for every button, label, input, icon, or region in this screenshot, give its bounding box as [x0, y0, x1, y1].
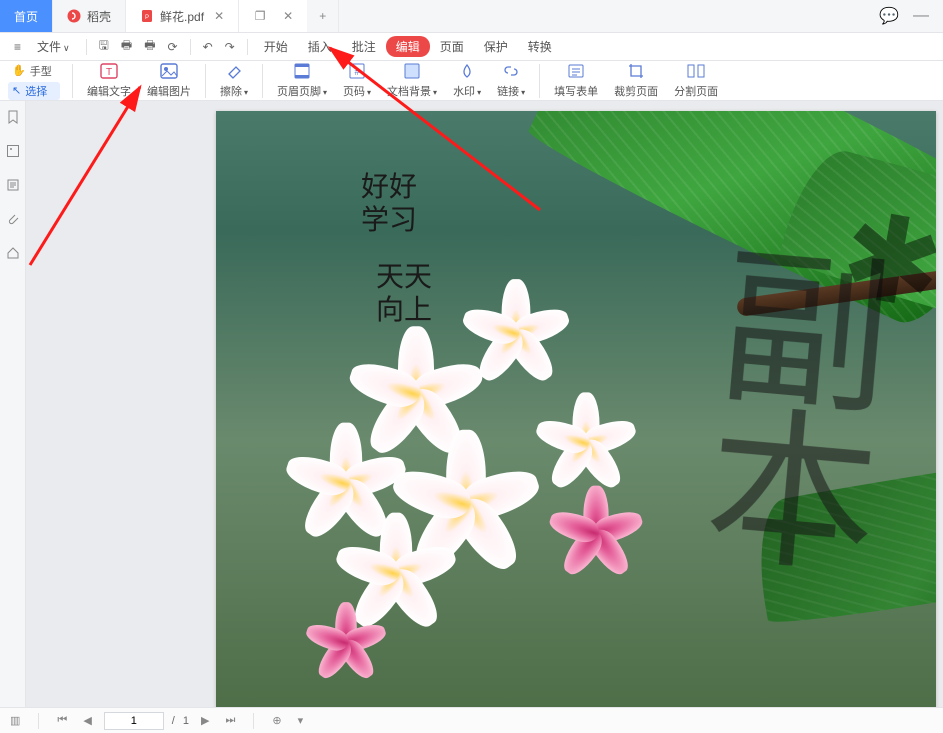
menu-bar: ≡ 文件∨ 🖫 🖶 🖶 ⟳ ↶ ↷ 开始 插入 批注 编辑 页面 保护 转换 — [0, 33, 943, 61]
attachment-icon[interactable] — [5, 211, 21, 227]
menu-convert[interactable]: 转换 — [518, 38, 562, 55]
erase-button[interactable]: 擦除▾ — [212, 62, 256, 99]
menu-hamburger-icon[interactable]: ≡ — [8, 40, 27, 54]
edit-image-icon — [159, 62, 179, 80]
prev-page-button[interactable]: ◀ — [79, 714, 95, 727]
menu-insert[interactable]: 插入 — [298, 38, 342, 55]
first-page-button[interactable]: ⏮ — [53, 714, 71, 727]
bookmark-icon[interactable] — [5, 109, 21, 125]
header-footer-button[interactable]: 页眉页脚▾ — [269, 62, 335, 99]
tab-daoke[interactable]: 稻壳 — [53, 0, 126, 32]
split-page-button[interactable]: 分割页面 — [666, 62, 726, 99]
tab-close-icon[interactable]: ✕ — [214, 9, 224, 23]
page-number-icon: # — [347, 62, 367, 80]
overlay-text-1[interactable]: 好好 学习 — [361, 171, 417, 237]
page-separator: / — [172, 715, 175, 727]
undo-icon[interactable]: ↶ — [197, 40, 219, 54]
next-page-button[interactable]: ▶ — [197, 714, 213, 727]
svg-text:P: P — [145, 15, 149, 21]
watermark-button[interactable]: 水印▾ — [445, 62, 489, 99]
tab-close-icon[interactable]: ✕ — [283, 9, 293, 23]
ribbon: ✋ 手型 ↖ 选择 T 编辑文字 编辑图片 擦除▾ 页眉页脚▾ # 页码▾ 文档… — [0, 61, 943, 101]
split-icon — [686, 62, 706, 80]
tab-add[interactable]: + — [307, 0, 339, 32]
rotate-icon[interactable]: ⟳ — [162, 40, 184, 54]
watermark-icon — [457, 62, 477, 80]
print-quick-icon[interactable]: 🖶 — [138, 36, 161, 57]
hand-icon: ✋ — [12, 64, 26, 77]
tab-file-label: 鲜花.pdf — [160, 8, 204, 25]
overlay-text-2[interactable]: 天天 向上 — [376, 261, 432, 327]
view-mode-icon[interactable]: ▾ — [294, 714, 308, 727]
copy-icon: ❐ — [253, 9, 267, 23]
page-number-button[interactable]: # 页码▾ — [335, 62, 379, 99]
fill-form-button[interactable]: 填写表单 — [546, 62, 606, 99]
select-tool[interactable]: ↖ 选择 — [8, 82, 60, 100]
header-footer-icon — [292, 62, 312, 80]
tab-bar: 首页 稻壳 P 鲜花.pdf ✕ ❐ ✕ + 💬 — — [0, 0, 943, 33]
thumbnail-icon[interactable] — [5, 143, 21, 159]
cursor-icon: ↖ — [12, 84, 21, 97]
last-page-button[interactable]: ⏭ — [221, 714, 239, 727]
edit-text-icon: T — [99, 62, 119, 80]
redo-icon[interactable]: ↷ — [219, 40, 241, 54]
edit-text-button[interactable]: T 编辑文字 — [79, 62, 139, 99]
tab-home-label: 首页 — [14, 8, 38, 25]
tab-file[interactable]: P 鲜花.pdf ✕ — [126, 0, 239, 32]
document-canvas[interactable]: 好好 学习 天天 向上 副本 ✱ — [26, 101, 943, 707]
save-icon[interactable]: 🖫 — [93, 36, 115, 57]
chat-icon[interactable]: 💬 — [879, 6, 899, 26]
tab-overflow[interactable]: ❐ ✕ — [239, 0, 307, 32]
crop-page-button[interactable]: 裁剪页面 — [606, 62, 666, 99]
minimize-icon[interactable]: — — [913, 7, 929, 25]
background-button[interactable]: 文档背景▾ — [379, 62, 445, 99]
home-panel-icon[interactable] — [5, 245, 21, 261]
menu-annotate[interactable]: 批注 — [342, 38, 386, 55]
crop-icon — [626, 62, 646, 80]
left-sidebar — [0, 101, 26, 707]
background-icon — [402, 62, 422, 80]
hand-tool[interactable]: ✋ 手型 — [8, 62, 60, 80]
link-icon — [501, 62, 521, 80]
pdf-file-icon: P — [140, 9, 154, 23]
svg-text:#: # — [355, 67, 360, 77]
menu-start[interactable]: 开始 — [254, 38, 298, 55]
link-button[interactable]: 链接▾ — [489, 62, 533, 99]
menu-edit[interactable]: 编辑 — [386, 36, 430, 57]
plus-icon: + — [319, 9, 326, 23]
status-bar: ▥ ⏮ ◀ / 1 ▶ ⏭ ⊕ ▾ — [0, 707, 943, 733]
search-icon[interactable] — [5, 177, 21, 193]
print-icon[interactable]: 🖶 — [115, 36, 138, 57]
page-total: 1 — [183, 715, 189, 727]
tab-daoke-label: 稻壳 — [87, 8, 111, 25]
edit-image-button[interactable]: 编辑图片 — [139, 62, 199, 99]
file-menu[interactable]: 文件∨ — [27, 38, 80, 55]
sidebar-toggle-icon[interactable]: ▥ — [6, 714, 24, 727]
menu-protect[interactable]: 保护 — [474, 38, 518, 55]
svg-text:T: T — [106, 67, 112, 78]
docer-icon — [67, 9, 81, 23]
pdf-page[interactable]: 好好 学习 天天 向上 副本 ✱ — [216, 111, 936, 707]
form-icon — [566, 62, 586, 80]
page-number-input[interactable] — [104, 712, 164, 730]
zoom-fit-icon[interactable]: ⊕ — [268, 714, 285, 727]
menu-page[interactable]: 页面 — [430, 38, 474, 55]
tab-home[interactable]: 首页 — [0, 0, 53, 32]
eraser-icon — [224, 62, 244, 80]
